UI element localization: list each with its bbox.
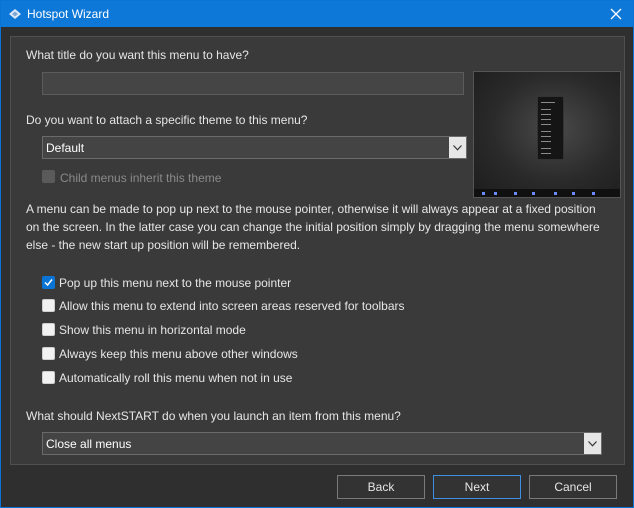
child-inherit-checkbox[interactable] [42,170,55,183]
theme-preview-image [473,71,621,198]
app-icon [8,7,22,21]
title-question-label: What title do you want this menu to have… [26,48,249,62]
theme-question-label: Do you want to attach a specific theme t… [26,113,308,127]
chevron-down-icon [453,145,462,151]
preview-taskbar [474,189,620,197]
launch-action-value: Close all menus [46,437,132,451]
wizard-panel: What title do you want this menu to have… [10,36,625,465]
chevron-down-icon [588,441,597,447]
next-button[interactable]: Next [433,475,521,499]
option-label: Show this menu in horizontal mode [59,323,246,337]
hotspot-wizard-window: Hotspot Wizard What title do you want th… [0,0,634,508]
position-description: A menu can be made to pop up next to the… [26,202,600,252]
menu-title-input[interactable] [42,72,464,95]
horizontal-mode-checkbox[interactable] [42,323,55,336]
window-title: Hotspot Wizard [27,7,110,21]
option-label: Allow this menu to extend into screen ar… [59,299,405,313]
launch-action-dropdown-button[interactable] [584,433,601,454]
extend-into-toolbar-areas-checkbox[interactable] [42,299,55,312]
title-bar[interactable]: Hotspot Wizard [1,1,633,27]
close-button[interactable] [599,1,633,27]
child-inherit-label: Child menus inherit this theme [60,171,222,185]
option-label: Always keep this menu above other window… [59,347,298,361]
close-icon [610,8,622,20]
back-button[interactable]: Back [337,475,425,499]
option-label: Pop up this menu next to the mouse point… [59,276,292,290]
check-icon [44,279,53,287]
theme-select-dropdown-button[interactable] [449,137,466,158]
preview-menu [537,96,564,160]
theme-select[interactable]: Default [42,136,467,159]
option-label: Automatically roll this menu when not in… [59,371,293,385]
theme-select-value: Default [46,141,85,155]
popup-next-to-pointer-checkbox[interactable] [42,276,55,289]
launch-question-label: What should NextSTART do when you launch… [26,409,401,423]
cancel-button[interactable]: Cancel [529,475,617,499]
launch-action-select[interactable]: Close all menus [42,432,602,455]
keep-above-other-windows-checkbox[interactable] [42,347,55,360]
auto-roll-menu-checkbox[interactable] [42,371,55,384]
